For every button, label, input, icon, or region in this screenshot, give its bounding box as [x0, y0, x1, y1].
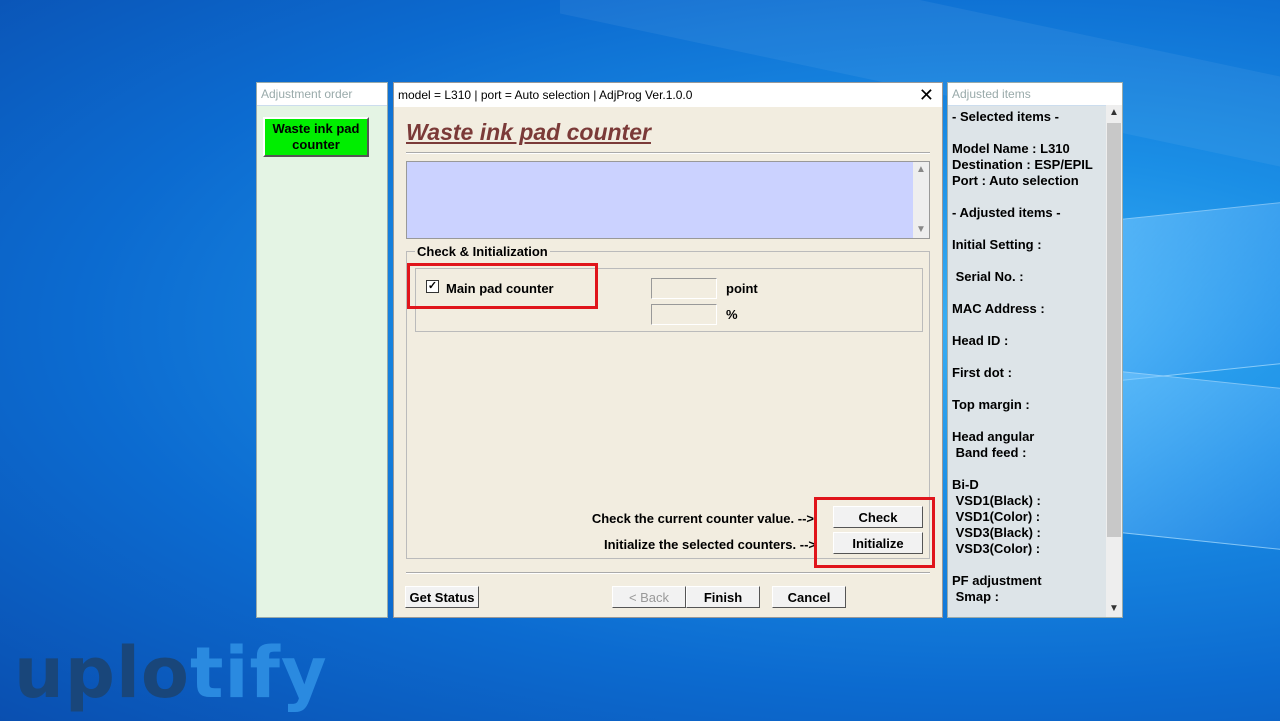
adjusted-item-line [952, 221, 1106, 237]
adjusted-item-line: Port : Auto selection [952, 173, 1079, 188]
adjusted-item-line: VSD3(Color) : [952, 541, 1041, 556]
adjusted-item-line: - Selected items - [952, 109, 1059, 124]
adjusted-item-line: Head ID : [952, 333, 1009, 348]
finish-button[interactable]: Finish [686, 586, 760, 608]
adjusted-item-line [952, 285, 1106, 301]
adjusted-item-line [952, 557, 1106, 573]
adjusted-item-line: Bi-D [952, 477, 979, 492]
logo-part-tify: tify [190, 632, 328, 714]
point-unit: point [726, 281, 758, 296]
scroll-down-icon[interactable]: ▼ [1106, 601, 1122, 617]
adjusted-item-line: Band feed : [952, 445, 1027, 460]
check-prompt: Check the current counter value. --> [591, 511, 814, 526]
adjusted-item-line [952, 253, 1106, 269]
get-status-button[interactable]: Get Status [405, 586, 479, 608]
adjusted-item-line [952, 317, 1106, 333]
message-area[interactable]: ▲ ▼ [406, 161, 930, 239]
adjusted-items-list: - Selected items - Model Name : L310 Desti… [948, 105, 1106, 617]
adjusted-item-line [952, 381, 1106, 397]
uplotify-logo: uplotify [14, 632, 328, 714]
message-scrollbar[interactable]: ▲ ▼ [913, 162, 929, 238]
adjusted-item-line [952, 189, 1106, 205]
heading-divider [406, 152, 930, 154]
page-heading: Waste ink pad counter [406, 119, 651, 145]
adjusted-item-line: Head angular [952, 429, 1035, 444]
adjusted-item-line: Destination : ESP/EPIL [952, 157, 1093, 172]
adjusted-item-line [952, 461, 1106, 477]
counter-box: ✓ Main pad counter point % [415, 268, 923, 332]
adjusted-item-line: MAC Address : [952, 301, 1045, 316]
adjprog-window: model = L310 | port = Auto selection | A… [393, 82, 943, 618]
adjusted-item-line: VSD1(Black) : [952, 493, 1041, 508]
logo-part-uplo: uplo [14, 632, 191, 714]
check-button[interactable]: Check [833, 506, 923, 528]
window-title: model = L310 | port = Auto selection | A… [398, 88, 693, 102]
close-icon[interactable]: ✕ [919, 83, 934, 107]
scroll-down-icon[interactable]: ▼ [913, 222, 929, 238]
adjustment-order-panel: Adjustment order Waste ink pad counter [256, 82, 388, 618]
scroll-thumb[interactable] [1107, 123, 1121, 537]
adjusted-item-line: Initial Setting : [952, 237, 1042, 252]
percent-unit: % [726, 307, 738, 322]
scroll-up-icon[interactable]: ▲ [1106, 105, 1122, 121]
main-pad-checkbox[interactable]: ✓ [426, 280, 439, 293]
adjusted-item-line: First dot : [952, 365, 1012, 380]
waste-ink-pad-counter-item[interactable]: Waste ink pad counter [263, 117, 369, 157]
adjusted-item-line: Model Name : L310 [952, 141, 1070, 156]
window-titlebar: model = L310 | port = Auto selection | A… [394, 83, 942, 107]
adjusted-item-line: PF adjustment [952, 573, 1042, 588]
percent-field [651, 304, 717, 325]
initialize-button[interactable]: Initialize [833, 532, 923, 554]
cancel-button[interactable]: Cancel [772, 586, 846, 608]
adjusted-item-line: Top margin : [952, 397, 1030, 412]
adjusted-item-line: Smap : [952, 589, 999, 604]
init-prompt: Initialize the selected counters. --> [603, 537, 816, 552]
adjusted-item-line [952, 413, 1106, 429]
adjusted-item-line: Serial No. : [952, 269, 1024, 284]
back-button[interactable]: < Back [612, 586, 686, 608]
adjusted-item-line [952, 125, 1106, 141]
adjusted-item-line: VSD3(Black) : [952, 525, 1041, 540]
adjusted-item-line [952, 349, 1106, 365]
adjusted-items-title: Adjusted items [948, 83, 1122, 106]
adjusted-items-panel: Adjusted items - Selected items - Model N… [947, 82, 1123, 618]
windows-logo-icon [1120, 190, 1280, 552]
group-label: Check & Initialization [415, 244, 550, 259]
scroll-up-icon[interactable]: ▲ [913, 162, 929, 178]
adjusted-item-line: VSD1(Color) : [952, 509, 1041, 524]
footer-divider [406, 572, 930, 574]
main-pad-label: Main pad counter [446, 281, 554, 296]
adjusted-items-scrollbar[interactable]: ▲ ▼ [1106, 105, 1122, 617]
adjustment-order-title: Adjustment order [257, 83, 387, 106]
point-field [651, 278, 717, 299]
adjusted-item-line: - Adjusted items - [952, 205, 1061, 220]
